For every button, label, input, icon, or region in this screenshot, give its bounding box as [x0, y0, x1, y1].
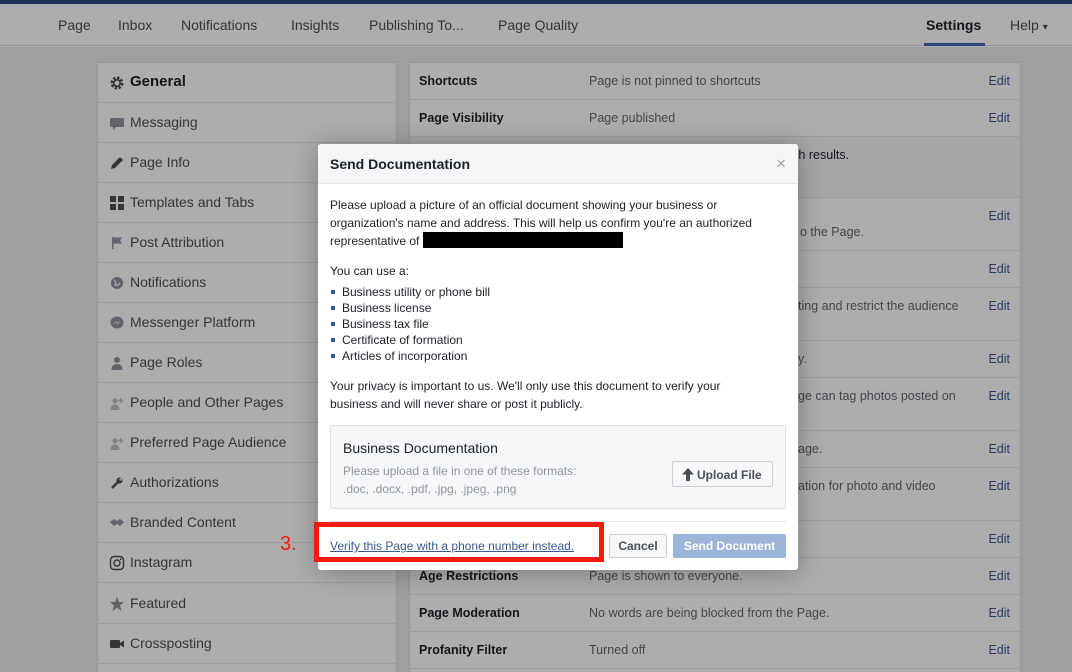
redacted-page-name — [422, 232, 623, 248]
cancel-button[interactable]: Cancel — [609, 534, 667, 558]
doc-box-title: Business Documentation — [343, 440, 498, 456]
list-item: Business tax file — [330, 316, 490, 332]
upload-label: Upload File — [697, 468, 762, 482]
intro-line: representative of — [330, 234, 420, 248]
close-icon[interactable]: × — [776, 155, 786, 172]
dialog-header: Send Documentation × — [318, 144, 798, 184]
privacy-line: Your privacy is important to us. We'll o… — [330, 379, 721, 393]
list-item: Business license — [330, 300, 490, 316]
intro-line: Please upload a picture of an official d… — [330, 198, 718, 212]
send-documentation-dialog: Send Documentation × Please upload a pic… — [318, 144, 798, 570]
intro-line: organization's name and address. This wi… — [330, 216, 752, 230]
send-document-button[interactable]: Send Document — [673, 534, 786, 558]
dialog-intro: Please upload a picture of an official d… — [330, 196, 752, 250]
dialog-title: Send Documentation — [330, 156, 471, 172]
business-documentation-box: Business Documentation Please upload a f… — [330, 425, 786, 509]
hint-line: Please upload a file in one of these for… — [343, 464, 577, 478]
annotation-step-number: 3. — [280, 533, 297, 555]
hint-line: .doc, .docx, .pdf, .jpg, .jpeg, .png — [343, 482, 517, 496]
intro-line-3: representative of — [330, 232, 752, 250]
upload-arrow-icon — [682, 468, 694, 481]
list-item: Business utility or phone bill — [330, 284, 490, 300]
list-item: Articles of incorporation — [330, 348, 490, 364]
privacy-line: business and will never share or post it… — [330, 397, 583, 411]
upload-file-button[interactable]: Upload File — [672, 461, 773, 487]
list-item: Certificate of formation — [330, 332, 490, 348]
privacy-note: Your privacy is important to us. We'll o… — [330, 377, 720, 413]
annotation-highlight-box — [314, 522, 604, 562]
file-format-hint: Please upload a file in one of these for… — [343, 462, 576, 498]
use-label: You can use a: — [330, 264, 409, 278]
document-type-list: Business utility or phone bill Business … — [330, 284, 490, 364]
